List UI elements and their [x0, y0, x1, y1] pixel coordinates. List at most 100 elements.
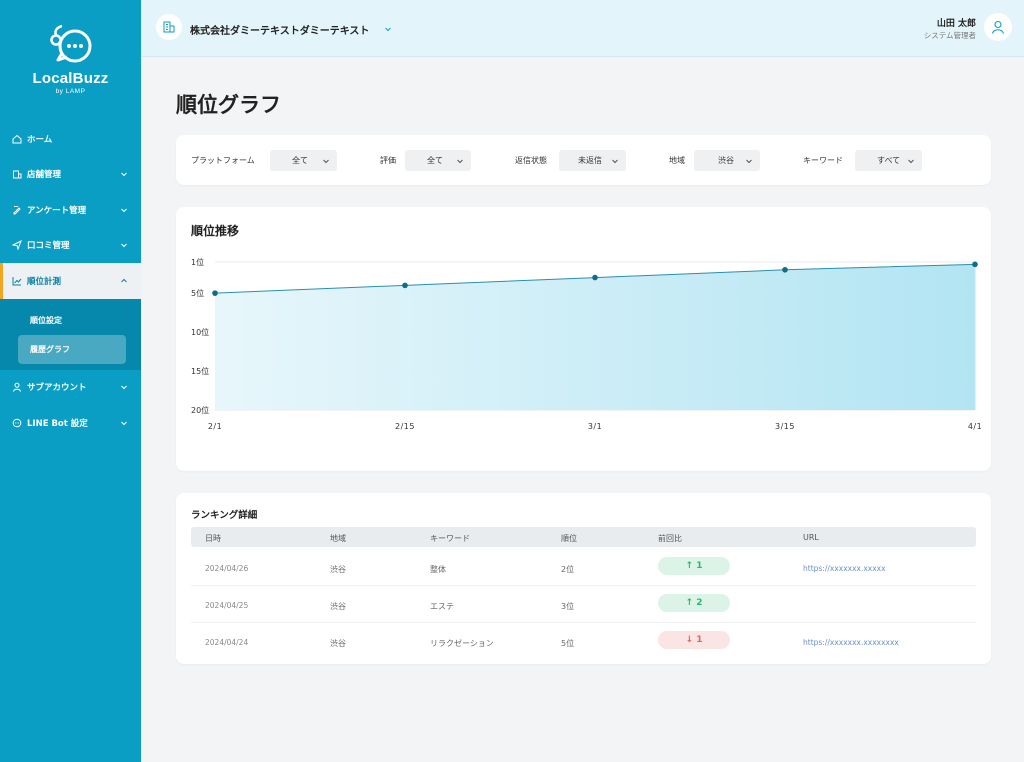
select-value: 全て	[292, 156, 308, 165]
reply-status-select[interactable]: 未返信	[559, 150, 626, 171]
cell-url-link[interactable]: https://xxxxxxx.xxxxxxxx	[803, 638, 899, 647]
filter-label-keyword: キーワード	[803, 156, 843, 165]
y-tick-label: 1位	[191, 257, 204, 267]
column-header: 日時	[205, 534, 221, 543]
chevron-down-icon	[323, 159, 329, 164]
data-point	[972, 261, 978, 268]
select-value: 全て	[427, 156, 443, 165]
cell-keyword: リラクゼーション	[430, 639, 494, 648]
area-fill	[215, 264, 975, 410]
store-icon	[11, 168, 23, 180]
localbuzz-logo-icon	[49, 24, 91, 63]
column-header: 前回比	[658, 534, 682, 543]
home-icon	[11, 133, 23, 145]
sidebar-item-label: 店舗管理	[27, 170, 62, 181]
app-sub: by LAMP	[55, 88, 86, 95]
table-header: 日時 地域 キーワード 順位 前回比 URL	[191, 527, 976, 547]
logo[interactable]: LocalBuzz by LAMP	[0, 22, 141, 95]
data-point	[782, 266, 788, 273]
sidebar-item-label: サブアカウント	[27, 383, 87, 394]
user-avatar-icon	[991, 20, 1005, 34]
survey-icon	[11, 204, 23, 216]
select-value: すべて	[877, 156, 901, 165]
cell-region: 渋谷	[330, 565, 346, 574]
data-point	[592, 274, 598, 281]
keyword-select[interactable]: すべて	[855, 150, 922, 171]
sidebar: LocalBuzz by LAMP ホーム 店舗管理 アンケート管理 口コミ管理…	[0, 0, 141, 762]
chevron-down-icon	[612, 159, 618, 164]
cell-date: 2024/04/25	[205, 601, 249, 610]
change-badge: ↓ 1	[658, 631, 730, 649]
submenu-item-history-graph[interactable]: 履歴グラフ	[18, 334, 126, 364]
platform-select[interactable]: 全て	[270, 150, 337, 171]
company-selector[interactable]: 株式会社ダミーテキストダミーテキスト	[190, 22, 369, 37]
rank-trend-chart: 1位 5位 10位 15位 20位 2/1 2/15 3/1 3/15 4/1	[191, 257, 982, 431]
avatar[interactable]	[984, 13, 1012, 41]
sidebar-item-home[interactable]: ホーム	[0, 121, 141, 157]
y-tick-label: 5位	[191, 288, 204, 298]
y-tick-label: 15位	[191, 366, 209, 376]
table-row[interactable]: 2024/04/24 渋谷 リラクゼーション 5位 ↓ 1 https://xx…	[191, 623, 976, 660]
table-row[interactable]: 2024/04/25 渋谷 エステ 3位 ↑ 2	[191, 586, 976, 623]
sidebar-item-label: ホーム	[27, 134, 53, 145]
rank-trend-card: 順位推移 1位 5位 10位 15位 20位 2/1 2/15 3/1 3/15 4/1	[176, 207, 991, 471]
chevron-down-icon	[908, 159, 914, 164]
cell-date: 2024/04/24	[205, 638, 249, 647]
sidebar-item-survey[interactable]: アンケート管理	[0, 192, 141, 228]
table-title: ランキング詳細	[191, 510, 258, 521]
select-value: 渋谷	[718, 156, 734, 165]
filter-label-rating: 評価	[380, 156, 396, 165]
sidebar-item-rank[interactable]: 順位計測	[0, 263, 141, 299]
send-icon	[11, 239, 23, 251]
column-header: 地域	[330, 534, 346, 543]
x-tick-label: 2/15	[395, 422, 415, 431]
building-icon	[156, 14, 182, 40]
sidebar-item-line-bot[interactable]: LINE Bot 設定	[0, 405, 141, 441]
region-select[interactable]: 渋谷	[694, 150, 760, 171]
chevron-down-icon	[457, 159, 463, 164]
table-row[interactable]: 2024/04/26 渋谷 整体 2位 ↑ 1 https://xxxxxxx.…	[191, 549, 976, 586]
cell-region: 渋谷	[330, 602, 346, 611]
chevron-down-icon	[121, 385, 127, 390]
chevron-down-icon	[121, 421, 127, 425]
cell-keyword: エステ	[430, 602, 454, 611]
x-tick-label: 4/1	[968, 422, 982, 431]
filter-label-reply-status: 返信状態	[515, 156, 547, 165]
submenu-item-rank-settings[interactable]: 順位設定	[18, 306, 126, 335]
chevron-down-icon	[746, 159, 752, 164]
cell-region: 渋谷	[330, 639, 346, 648]
cell-rank: 2位	[561, 565, 575, 574]
column-header: URL	[803, 533, 819, 542]
sidebar-item-label: 口コミ管理	[27, 241, 70, 252]
y-tick-label: 10位	[191, 327, 209, 337]
data-point	[212, 290, 218, 296]
user-role: システム管理者	[923, 31, 976, 40]
cell-rank: 3位	[561, 602, 575, 611]
cell-rank: 5位	[561, 639, 575, 648]
change-badge: ↑ 1	[658, 557, 730, 575]
chevron-down-icon	[121, 208, 127, 212]
sidebar-item-reviews[interactable]: 口コミ管理	[0, 228, 141, 264]
user-icon	[11, 381, 23, 393]
filter-bar: プラットフォーム 全て 評価 全て 返信状態 未返信 地域 渋谷 キーワード す…	[176, 135, 991, 185]
x-tick-label: 3/15	[775, 422, 795, 431]
chevron-down-icon[interactable]	[384, 25, 392, 33]
cell-keyword: 整体	[430, 565, 446, 574]
page-title: 順位グラフ	[176, 93, 281, 117]
data-point	[402, 282, 408, 289]
filter-label-platform: プラットフォーム	[191, 156, 255, 165]
cell-url-link[interactable]: https://xxxxxxx.xxxxx	[803, 564, 886, 573]
x-tick-label: 2/1	[208, 422, 222, 431]
filter-label-region: 地域	[669, 156, 685, 165]
chart-icon	[11, 275, 23, 287]
chevron-down-icon	[121, 243, 127, 248]
rating-select[interactable]: 全て	[405, 150, 471, 171]
sidebar-item-subaccount[interactable]: サブアカウント	[0, 370, 141, 406]
chevron-up-icon	[121, 278, 127, 283]
sidebar-item-store[interactable]: 店舗管理	[0, 157, 141, 193]
sidebar-item-label: アンケート管理	[27, 205, 87, 216]
sidebar-nav: ホーム 店舗管理 アンケート管理 口コミ管理 順位計測 順位設定 履歴グラフ サ…	[0, 121, 141, 441]
x-tick-label: 3/1	[588, 422, 602, 431]
user-name: 山田 太郎	[936, 19, 976, 29]
rank-submenu: 順位設定 履歴グラフ	[0, 298, 141, 370]
